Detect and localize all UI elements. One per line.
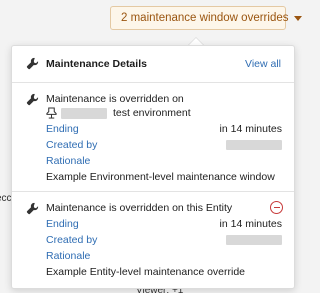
entity-override-section: Maintenance is overridden on this Entity… <box>12 199 294 285</box>
field-row-rationale: Rationale <box>46 250 282 264</box>
field-value-ending: in 14 minutes <box>219 123 282 135</box>
field-label-ending[interactable]: Ending <box>46 123 79 135</box>
field-label-rationale[interactable]: Rationale <box>46 155 90 167</box>
field-row-ending: Ending in 14 minutes <box>46 218 282 232</box>
section-divider <box>12 191 294 192</box>
field-value-ending: in 14 minutes <box>219 218 282 230</box>
field-row-rationale: Rationale <box>46 155 282 169</box>
redacted-creator <box>226 140 282 150</box>
field-row-ending: Ending in 14 minutes <box>46 123 282 137</box>
field-label-ending[interactable]: Ending <box>46 218 79 230</box>
redacted-environment-name <box>61 107 107 119</box>
environment-suffix: test environment <box>113 107 191 119</box>
background-left-text: ecc <box>0 193 12 204</box>
remove-override-button[interactable] <box>270 201 283 214</box>
section-description: Example Environment-level maintenance wi… <box>46 171 275 183</box>
field-row-created-by: Created by <box>46 234 282 248</box>
section-heading: Maintenance is overridden on <box>46 93 184 105</box>
maintenance-overrides-dropdown[interactable]: 2 maintenance window overrides <box>110 6 303 30</box>
view-all-link[interactable]: View all <box>245 58 281 70</box>
section-description: Example Entity-level maintenance overrid… <box>46 266 246 278</box>
redacted-creator <box>226 235 282 245</box>
field-label-created-by[interactable]: Created by <box>46 139 97 151</box>
popover-header: Maintenance Details View all <box>12 46 294 82</box>
wrench-icon <box>26 93 39 106</box>
environment-override-section: Maintenance is overridden on test enviro… <box>12 90 294 190</box>
wrench-icon <box>26 202 39 215</box>
environment-icon <box>46 107 57 119</box>
maintenance-overrides-label: 2 maintenance window overrides <box>121 12 289 24</box>
field-label-created-by[interactable]: Created by <box>46 234 97 246</box>
maintenance-details-popover: Maintenance Details View all Maintenance… <box>11 45 295 289</box>
chevron-down-icon <box>294 15 303 21</box>
field-label-rationale[interactable]: Rationale <box>46 250 90 262</box>
popover-arrow-fill <box>189 38 203 45</box>
header-divider <box>12 82 294 83</box>
field-row-created-by: Created by <box>46 139 282 153</box>
section-heading: Maintenance is overridden on this Entity <box>46 202 233 214</box>
wrench-icon <box>26 57 39 70</box>
environment-line: test environment <box>46 107 191 119</box>
popover-title: Maintenance Details <box>46 58 147 70</box>
minus-circle-icon <box>273 206 280 209</box>
